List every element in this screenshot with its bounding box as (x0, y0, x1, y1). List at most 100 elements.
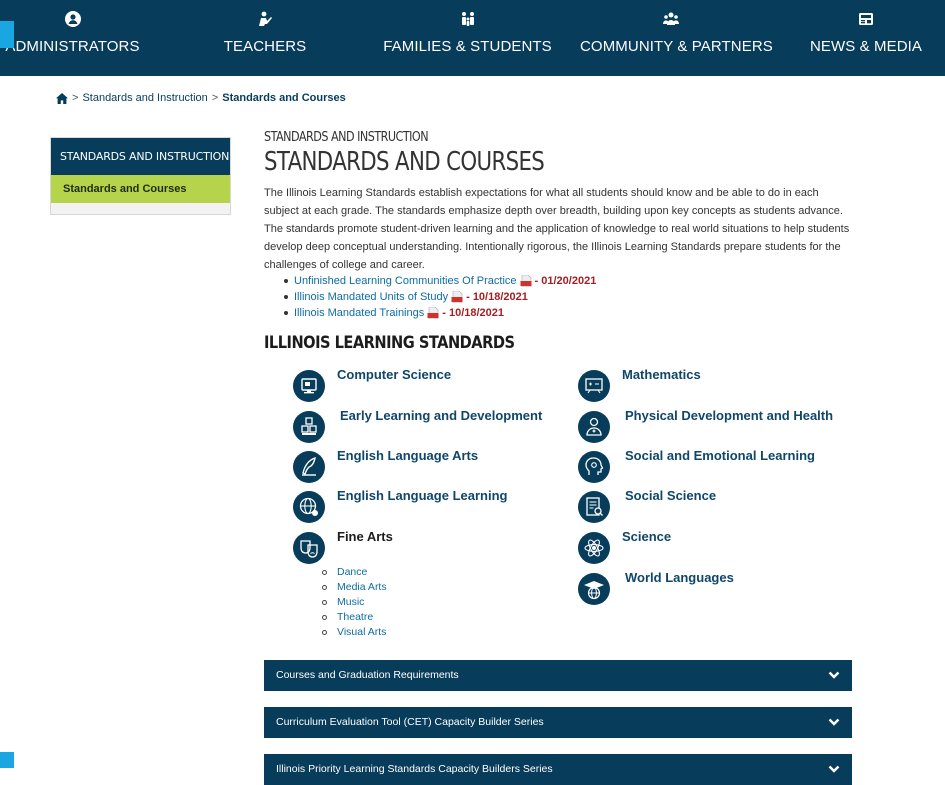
nav-news-media[interactable]: NEWS & MEDIA (808, 0, 924, 76)
subject-english-language-arts[interactable]: English Language Arts (293, 448, 478, 483)
document-link[interactable]: Illinois Mandated Trainings (294, 305, 424, 321)
list-item: Theatre (322, 610, 387, 625)
accordion-cet-capacity-builder[interactable]: Curriculum Evaluation Tool (CET) Capacit… (264, 707, 852, 738)
document-date: - 01/20/2021 (534, 275, 597, 287)
subject-label: Physical Development and Health (625, 408, 834, 423)
bullet (284, 311, 288, 315)
accordion-courses-graduation[interactable]: Courses and Graduation Requirements (264, 660, 852, 691)
head-icon (578, 451, 610, 483)
nav-label: NEWS & MEDIA (809, 38, 923, 55)
list-item: Illinois Mandated Units of Study - 10/18… (284, 289, 596, 305)
subject-physical-development[interactable]: Physical Development and Health (578, 408, 833, 443)
accent-bar (0, 21, 14, 48)
subject-mathematics[interactable]: Mathematics (578, 367, 701, 402)
document-link[interactable]: Illinois Mandated Units of Study (294, 289, 448, 305)
pdf-icon[interactable] (520, 275, 532, 287)
subject-label: Social and Emotional Learning (625, 448, 815, 463)
subject-label: Fine Arts (337, 529, 393, 544)
nav-label: FAMILIES & STUDENTS (383, 38, 552, 55)
bullet (322, 570, 327, 575)
document-date: - 10/18/2021 (466, 291, 528, 303)
list-item: Visual Arts (322, 625, 387, 640)
list-item: Media Arts (322, 580, 387, 595)
subject-social-science[interactable]: Social Science (578, 488, 716, 523)
accordion-label: Curriculum Evaluation Tool (CET) Capacit… (276, 716, 544, 728)
subject-science[interactable]: Science (578, 529, 671, 564)
health-person-icon (578, 411, 610, 443)
nav-administrators[interactable]: ADMINISTRATORS (0, 0, 145, 76)
user-icon (64, 11, 81, 27)
subject-label: Computer Science (337, 367, 452, 382)
quill-icon (293, 451, 325, 483)
sub-subject-link[interactable]: Media Arts (337, 580, 387, 595)
nav-label: ADMINISTRATORS (5, 38, 140, 55)
nav-label: COMMUNITY & PARTNERS (580, 38, 773, 55)
theater-masks-icon (293, 532, 325, 564)
subject-label: Early Learning and Development (340, 408, 543, 423)
chalkboard-icon (578, 370, 610, 402)
nav-families-students[interactable]: FAMILIES & STUDENTS (380, 0, 555, 76)
document-date: - 10/18/2021 (442, 307, 505, 319)
chevron-down-icon (828, 765, 840, 773)
computer-science-icon (293, 370, 325, 402)
subject-computer-science[interactable]: Computer Science (293, 367, 451, 402)
accordion-label: Illinois Priority Learning Standards Cap… (276, 763, 553, 775)
breadcrumb-parent-link[interactable]: Standards and Instruction (82, 92, 207, 104)
teacher-icon (259, 11, 272, 26)
top-navigation: ADMINISTRATORS TEACHERS FAMILIES & STUDE… (0, 0, 945, 76)
nav-community-partners[interactable]: COMMUNITY & PARTNERS (580, 0, 773, 76)
breadcrumb-separator: > (72, 92, 79, 104)
bullet (322, 600, 327, 605)
subject-label: English Language Learning (337, 488, 508, 503)
sidebar-heading[interactable]: STANDARDS AND INSTRUCTION (51, 138, 230, 175)
sub-subject-link[interactable]: Dance (337, 565, 367, 580)
sidebar-item-standards-and-courses[interactable]: Standards and Courses (51, 175, 230, 203)
sub-subject-link[interactable]: Music (337, 595, 364, 610)
subject-social-emotional[interactable]: Social and Emotional Learning (578, 448, 815, 483)
list-item: Dance (322, 565, 387, 580)
nav-teachers[interactable]: TEACHERS (210, 0, 320, 76)
bullet (284, 279, 288, 283)
globe-icon (293, 491, 325, 523)
subject-world-languages[interactable]: World Languages (578, 570, 734, 605)
document-search-icon (578, 491, 610, 523)
subject-label: Mathematics (622, 367, 701, 382)
bullet (322, 615, 327, 620)
accordion-priority-learning-standards[interactable]: Illinois Priority Learning Standards Cap… (264, 754, 852, 785)
accent-bar (0, 752, 14, 768)
chevron-down-icon (828, 718, 840, 726)
bullet (322, 585, 327, 590)
subject-label: Science (622, 529, 672, 544)
chevron-down-icon (828, 671, 840, 679)
subject-english-language-learning[interactable]: English Language Learning (293, 488, 507, 523)
nav-label: TEACHERS (223, 38, 307, 55)
standards-heading: ILLINOIS LEARNING STANDARDS (264, 333, 515, 353)
home-icon[interactable] (56, 92, 68, 104)
family-icon (461, 12, 474, 26)
pdf-icon[interactable] (451, 291, 463, 303)
subject-early-learning[interactable]: Early Learning and Development (293, 408, 542, 443)
sub-subject-link[interactable]: Theatre (337, 610, 373, 625)
graduation-globe-icon (578, 573, 610, 605)
intro-paragraph: The Illinois Learning Standards establis… (264, 187, 850, 271)
fine-arts-sublist: Dance Media Arts Music Theatre Visual Ar… (322, 565, 387, 640)
list-item: Unfinished Learning Communities Of Pract… (284, 273, 596, 289)
sidebar: STANDARDS AND INSTRUCTION Standards and … (50, 137, 231, 215)
list-item: Music (322, 595, 387, 610)
pdf-icon[interactable] (427, 307, 439, 319)
page-title: STANDARDS AND COURSES (264, 147, 545, 177)
blocks-icon (293, 411, 325, 443)
newspaper-icon (859, 13, 873, 25)
subject-label: Social Science (625, 488, 717, 503)
subject-label: World Languages (625, 570, 734, 585)
subject-label: English Language Arts (337, 448, 479, 463)
accordion-label: Courses and Graduation Requirements (276, 669, 459, 681)
document-link[interactable]: Unfinished Learning Communities Of Pract… (294, 273, 517, 289)
subject-fine-arts[interactable]: Fine Arts (293, 529, 393, 564)
document-list: Unfinished Learning Communities Of Pract… (284, 273, 596, 321)
breadcrumb: > Standards and Instruction > Standards … (56, 92, 346, 104)
list-item: Illinois Mandated Trainings - 10/18/2021 (284, 305, 596, 321)
bullet (322, 630, 327, 635)
sub-subject-link[interactable]: Visual Arts (337, 625, 386, 640)
bullet (284, 295, 288, 299)
